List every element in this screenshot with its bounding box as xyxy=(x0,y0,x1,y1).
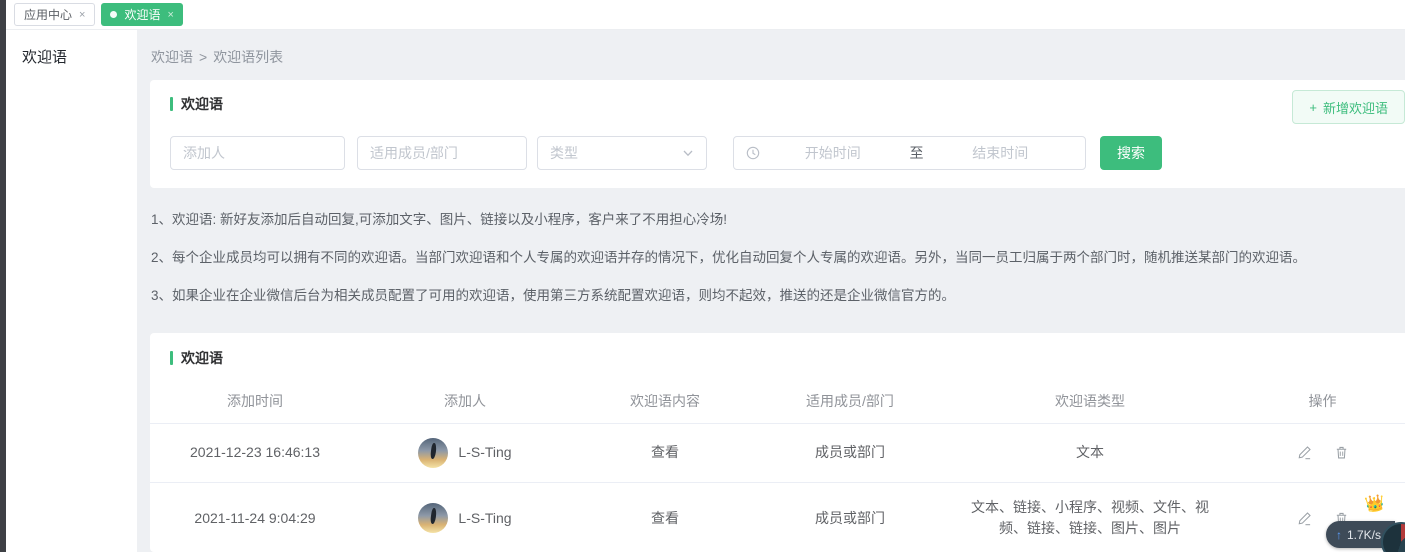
app-window: 应用中心 × 欢迎语 × 欢迎语 欢迎语 > 欢迎语列表 欢迎语 + 新增欢迎语 xyxy=(0,0,1405,552)
col-header-content: 欢迎语内容 xyxy=(570,377,760,427)
welcome-table: 添加时间 添加人 欢迎语内容 适用成员/部门 欢迎语类型 操作 2021-12-… xyxy=(150,382,1405,552)
section-accent-bar xyxy=(170,97,173,111)
cell-content: 查看 xyxy=(570,428,760,478)
main-content: 欢迎语 > 欢迎语列表 欢迎语 + 新增欢迎语 类型 xyxy=(137,30,1405,552)
edit-icon[interactable] xyxy=(1297,445,1312,460)
cell-type: 文本、链接、小程序、视频、文件、视频、链接、链接、图片、图片 xyxy=(940,483,1240,552)
tab-label: 欢迎语 xyxy=(124,6,160,23)
col-header-time: 添加时间 xyxy=(150,377,360,427)
cell-scope: 成员或部门 xyxy=(760,494,940,544)
end-time-placeholder[interactable]: 结束时间 xyxy=(928,143,1074,163)
chevron-down-icon xyxy=(682,147,694,159)
tip-line: 1、欢迎语: 新好友添加后自动回复,可添加文字、图片、链接以及小程序，客户来了不… xyxy=(151,211,1385,230)
search-button[interactable]: 搜索 xyxy=(1100,136,1162,170)
section-accent-bar xyxy=(170,351,173,365)
filter-card: 欢迎语 + 新增欢迎语 类型 xyxy=(150,80,1405,188)
cell-adder: L-S-Ting xyxy=(360,489,570,547)
adder-input[interactable] xyxy=(170,136,345,170)
sidebar-item-welcome-message[interactable]: 欢迎语 xyxy=(6,30,137,67)
table-row: 2021-12-23 16:46:13 L-S-Ting 查看 成员或部门 文本 xyxy=(150,424,1405,483)
view-link[interactable]: 查看 xyxy=(651,442,679,464)
breadcrumb-parent[interactable]: 欢迎语 xyxy=(151,49,193,65)
col-header-actions: 操作 xyxy=(1240,377,1405,427)
clock-icon xyxy=(746,146,760,160)
tab-bar: 应用中心 × 欢迎语 × xyxy=(6,0,1405,30)
tip-line: 2、每个企业成员均可以拥有不同的欢迎语。当部门欢迎语和个人专属的欢迎语并存的情况… xyxy=(151,249,1385,268)
col-header-scope: 适用成员/部门 xyxy=(760,377,940,427)
sidebar: 欢迎语 xyxy=(6,30,137,552)
filter-row: 类型 开始时间 至 结束时间 搜索 xyxy=(150,136,1405,170)
table-card: 欢迎语 添加时间 添加人 欢迎语内容 适用成员/部门 欢迎语类型 操作 2021… xyxy=(150,333,1405,552)
up-arrow-icon: ↑ xyxy=(1336,528,1342,542)
breadcrumb-current: 欢迎语列表 xyxy=(213,49,283,65)
tab-welcome-message[interactable]: 欢迎语 × xyxy=(101,3,182,26)
cell-content: 查看 xyxy=(570,494,760,544)
tips-list: 1、欢迎语: 新好友添加后自动回复,可添加文字、图片、链接以及小程序，客户来了不… xyxy=(137,188,1405,333)
delete-icon[interactable] xyxy=(1334,445,1349,460)
table-row: 2021-11-24 9:04:29 L-S-Ting 查看 成员或部门 文本、… xyxy=(150,483,1405,552)
tab-label: 应用中心 xyxy=(24,6,72,23)
breadcrumb: 欢迎语 > 欢迎语列表 xyxy=(137,30,1405,80)
add-welcome-button[interactable]: + 新增欢迎语 xyxy=(1292,90,1405,124)
col-header-type: 欢迎语类型 xyxy=(940,377,1240,427)
tip-line: 3、如果企业在企业微信后台为相关成员配置了可用的欢迎语，使用第三方系统配置欢迎语… xyxy=(151,287,1385,306)
breadcrumb-separator: > xyxy=(199,49,207,65)
date-range-picker[interactable]: 开始时间 至 结束时间 xyxy=(733,136,1086,170)
add-welcome-label: 新增欢迎语 xyxy=(1323,98,1388,117)
type-select[interactable]: 类型 xyxy=(537,136,707,170)
section-title: 欢迎语 xyxy=(181,94,223,114)
member-department-input[interactable] xyxy=(357,136,527,170)
adder-name: L-S-Ting xyxy=(458,508,511,530)
type-select-value: 类型 xyxy=(550,143,578,163)
edit-icon[interactable] xyxy=(1297,511,1312,526)
cell-time: 2021-12-23 16:46:13 xyxy=(150,428,360,478)
start-time-placeholder[interactable]: 开始时间 xyxy=(760,143,906,163)
avatar xyxy=(418,438,448,468)
section-title: 欢迎语 xyxy=(181,348,223,368)
cell-type: 文本 xyxy=(940,428,1240,478)
tab-app-center[interactable]: 应用中心 × xyxy=(14,3,95,26)
close-icon[interactable]: × xyxy=(167,9,173,21)
col-header-adder: 添加人 xyxy=(360,377,570,427)
speed-value: 1.7K/s xyxy=(1347,528,1381,542)
cell-time: 2021-11-24 9:04:29 xyxy=(150,494,360,544)
active-dot-icon xyxy=(110,11,117,18)
avatar xyxy=(418,503,448,533)
plus-icon: + xyxy=(1309,100,1317,115)
cell-scope: 成员或部门 xyxy=(760,428,940,478)
range-separator: 至 xyxy=(906,143,928,163)
adder-name: L-S-Ting xyxy=(458,442,511,464)
cell-actions xyxy=(1240,431,1405,474)
cell-adder: L-S-Ting xyxy=(360,424,570,482)
table-header-row: 添加时间 添加人 欢迎语内容 适用成员/部门 欢迎语类型 操作 xyxy=(150,382,1405,424)
close-icon[interactable]: × xyxy=(79,9,85,21)
view-link[interactable]: 查看 xyxy=(651,508,679,530)
